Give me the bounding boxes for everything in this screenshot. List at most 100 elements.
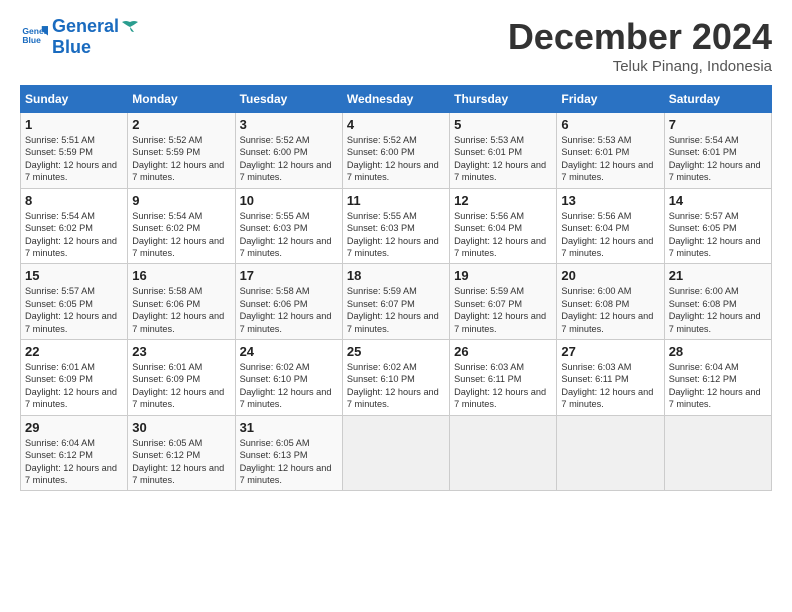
day-info: Sunrise: 5:58 AMSunset: 6:06 PMDaylight:… — [132, 285, 230, 335]
day-number: 22 — [25, 344, 123, 359]
day-info: Sunrise: 6:04 AMSunset: 6:12 PMDaylight:… — [669, 361, 767, 411]
calendar-cell — [557, 415, 664, 491]
day-number: 14 — [669, 193, 767, 208]
title-area: December 2024 Teluk Pinang, Indonesia — [508, 16, 772, 75]
calendar-cell: 5 Sunrise: 5:53 AMSunset: 6:01 PMDaylight… — [450, 113, 557, 189]
day-number: 12 — [454, 193, 552, 208]
day-info: Sunrise: 5:59 AMSunset: 6:07 PMDaylight:… — [454, 285, 552, 335]
day-info: Sunrise: 6:03 AMSunset: 6:11 PMDaylight:… — [454, 361, 552, 411]
calendar-cell: 28 Sunrise: 6:04 AMSunset: 6:12 PMDayligh… — [664, 340, 771, 416]
calendar-cell: 30Sunrise: 6:05 AMSunset: 6:12 PMDayligh… — [128, 415, 235, 491]
week-row-5: 29Sunrise: 6:04 AMSunset: 6:12 PMDayligh… — [21, 415, 772, 491]
calendar-cell: 29Sunrise: 6:04 AMSunset: 6:12 PMDayligh… — [21, 415, 128, 491]
calendar-cell: 19 Sunrise: 5:59 AMSunset: 6:07 PMDayligh… — [450, 264, 557, 340]
day-number: 19 — [454, 268, 552, 283]
day-number: 15 — [25, 268, 123, 283]
day-info: Sunrise: 5:52 AMSunset: 5:59 PMDaylight:… — [132, 134, 230, 184]
day-info: Sunrise: 5:58 AMSunset: 6:06 PMDaylight:… — [240, 285, 338, 335]
day-number: 5 — [454, 117, 552, 132]
day-number: 2 — [132, 117, 230, 132]
weekday-header-sunday: Sunday — [21, 86, 128, 113]
calendar-cell — [450, 415, 557, 491]
weekday-header-wednesday: Wednesday — [342, 86, 449, 113]
day-number: 20 — [561, 268, 659, 283]
calendar-cell: 22 Sunrise: 6:01 AMSunset: 6:09 PMDayligh… — [21, 340, 128, 416]
calendar-cell: 24Sunrise: 6:02 AMSunset: 6:10 PMDayligh… — [235, 340, 342, 416]
svg-text:Blue: Blue — [22, 35, 41, 45]
day-number: 1 — [25, 117, 123, 132]
day-info: Sunrise: 5:54 AMSunset: 6:02 PMDaylight:… — [25, 210, 123, 260]
calendar-cell: 15 Sunrise: 5:57 AMSunset: 6:05 PMDayligh… — [21, 264, 128, 340]
day-number: 6 — [561, 117, 659, 132]
calendar-cell: 31 Sunrise: 6:05 AMSunset: 6:13 PMDayligh… — [235, 415, 342, 491]
day-info: Sunrise: 6:02 AMSunset: 6:10 PMDaylight:… — [347, 361, 445, 411]
week-row-4: 22 Sunrise: 6:01 AMSunset: 6:09 PMDayligh… — [21, 340, 772, 416]
calendar-cell: 23 Sunrise: 6:01 AMSunset: 6:09 PMDayligh… — [128, 340, 235, 416]
weekday-header-tuesday: Tuesday — [235, 86, 342, 113]
day-number: 11 — [347, 193, 445, 208]
calendar-cell: 17 Sunrise: 5:58 AMSunset: 6:06 PMDayligh… — [235, 264, 342, 340]
calendar-cell: 13 Sunrise: 5:56 AMSunset: 6:04 PMDayligh… — [557, 188, 664, 264]
calendar-cell: 3Sunrise: 5:52 AMSunset: 6:00 PMDaylight… — [235, 113, 342, 189]
logo: General Blue General Blue — [20, 16, 141, 58]
calendar-cell: 8 Sunrise: 5:54 AMSunset: 6:02 PMDaylight… — [21, 188, 128, 264]
calendar-cell: 2 Sunrise: 5:52 AMSunset: 5:59 PMDaylight… — [128, 113, 235, 189]
day-info: Sunrise: 5:56 AMSunset: 6:04 PMDaylight:… — [454, 210, 552, 260]
day-info: Sunrise: 5:54 AMSunset: 6:02 PMDaylight:… — [132, 210, 230, 260]
day-number: 17 — [240, 268, 338, 283]
day-info: Sunrise: 5:55 AMSunset: 6:03 PMDaylight:… — [240, 210, 338, 260]
day-info: Sunrise: 6:02 AMSunset: 6:10 PMDaylight:… — [240, 361, 338, 411]
weekday-header-monday: Monday — [128, 86, 235, 113]
day-number: 26 — [454, 344, 552, 359]
day-info: Sunrise: 5:55 AMSunset: 6:03 PMDaylight:… — [347, 210, 445, 260]
location-title: Teluk Pinang, Indonesia — [508, 58, 772, 75]
day-info: Sunrise: 5:53 AMSunset: 6:01 PMDaylight:… — [561, 134, 659, 184]
weekday-header-saturday: Saturday — [664, 86, 771, 113]
weekday-header-thursday: Thursday — [450, 86, 557, 113]
day-info: Sunrise: 5:59 AMSunset: 6:07 PMDaylight:… — [347, 285, 445, 335]
day-info: Sunrise: 6:00 AMSunset: 6:08 PMDaylight:… — [561, 285, 659, 335]
calendar-cell: 1Sunrise: 5:51 AMSunset: 5:59 PMDaylight… — [21, 113, 128, 189]
day-info: Sunrise: 6:03 AMSunset: 6:11 PMDaylight:… — [561, 361, 659, 411]
day-number: 27 — [561, 344, 659, 359]
day-number: 25 — [347, 344, 445, 359]
calendar-cell: 11 Sunrise: 5:55 AMSunset: 6:03 PMDayligh… — [342, 188, 449, 264]
day-info: Sunrise: 6:05 AMSunset: 6:13 PMDaylight:… — [240, 437, 338, 487]
week-row-1: 1Sunrise: 5:51 AMSunset: 5:59 PMDaylight… — [21, 113, 772, 189]
day-info: Sunrise: 6:04 AMSunset: 6:12 PMDaylight:… — [25, 437, 123, 487]
calendar-cell: 26 Sunrise: 6:03 AMSunset: 6:11 PMDayligh… — [450, 340, 557, 416]
day-info: Sunrise: 6:01 AMSunset: 6:09 PMDaylight:… — [25, 361, 123, 411]
calendar-cell: 20 Sunrise: 6:00 AMSunset: 6:08 PMDayligh… — [557, 264, 664, 340]
day-number: 4 — [347, 117, 445, 132]
calendar-cell: 10 Sunrise: 5:55 AMSunset: 6:03 PMDayligh… — [235, 188, 342, 264]
calendar-table: SundayMondayTuesdayWednesdayThursdayFrid… — [20, 85, 772, 491]
calendar-cell — [342, 415, 449, 491]
day-number: 28 — [669, 344, 767, 359]
day-number: 31 — [240, 420, 338, 435]
day-info: Sunrise: 5:52 AMSunset: 6:00 PMDaylight:… — [240, 134, 338, 184]
day-info: Sunrise: 5:56 AMSunset: 6:04 PMDaylight:… — [561, 210, 659, 260]
day-number: 21 — [669, 268, 767, 283]
calendar-cell: 18 Sunrise: 5:59 AMSunset: 6:07 PMDayligh… — [342, 264, 449, 340]
week-row-2: 8 Sunrise: 5:54 AMSunset: 6:02 PMDaylight… — [21, 188, 772, 264]
calendar-cell: 16Sunrise: 5:58 AMSunset: 6:06 PMDayligh… — [128, 264, 235, 340]
day-info: Sunrise: 6:01 AMSunset: 6:09 PMDaylight:… — [132, 361, 230, 411]
calendar-cell: 27 Sunrise: 6:03 AMSunset: 6:11 PMDayligh… — [557, 340, 664, 416]
day-info: Sunrise: 5:54 AMSunset: 6:01 PMDaylight:… — [669, 134, 767, 184]
day-number: 13 — [561, 193, 659, 208]
calendar-cell: 12 Sunrise: 5:56 AMSunset: 6:04 PMDayligh… — [450, 188, 557, 264]
calendar-cell: 21 Sunrise: 6:00 AMSunset: 6:08 PMDayligh… — [664, 264, 771, 340]
day-number: 10 — [240, 193, 338, 208]
weekday-header-friday: Friday — [557, 86, 664, 113]
day-info: Sunrise: 6:00 AMSunset: 6:08 PMDaylight:… — [669, 285, 767, 335]
calendar-cell: 9Sunrise: 5:54 AMSunset: 6:02 PMDaylight… — [128, 188, 235, 264]
logo-icon: General Blue — [20, 23, 48, 51]
day-number: 23 — [132, 344, 230, 359]
calendar-cell: 14Sunrise: 5:57 AMSunset: 6:05 PMDayligh… — [664, 188, 771, 264]
calendar-cell — [664, 415, 771, 491]
day-info: Sunrise: 5:57 AMSunset: 6:05 PMDaylight:… — [25, 285, 123, 335]
day-number: 8 — [25, 193, 123, 208]
day-info: Sunrise: 5:52 AMSunset: 6:00 PMDaylight:… — [347, 134, 445, 184]
day-info: Sunrise: 5:53 AMSunset: 6:01 PMDaylight:… — [454, 134, 552, 184]
day-number: 18 — [347, 268, 445, 283]
